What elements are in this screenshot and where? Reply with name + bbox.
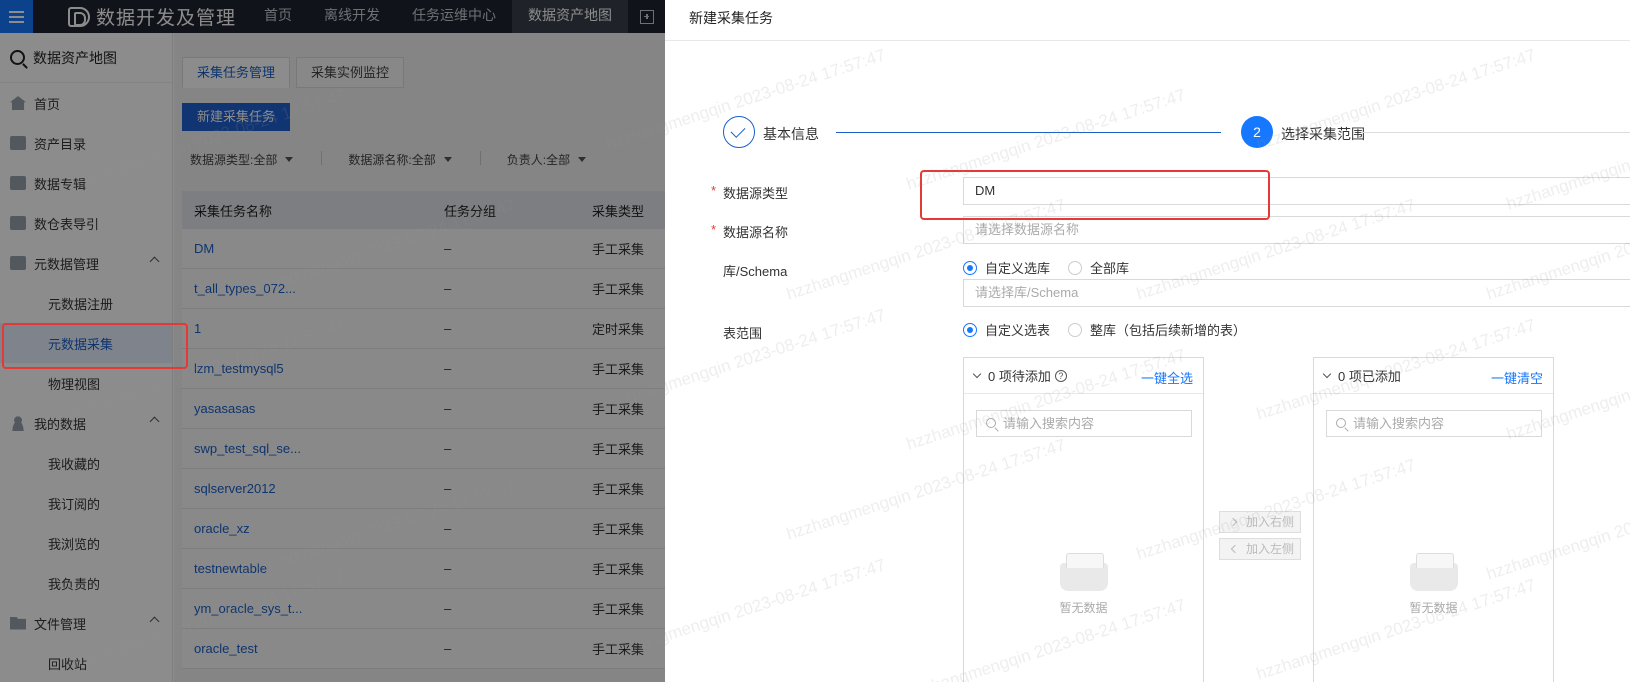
help-icon[interactable]: ?: [1054, 369, 1067, 382]
radio-label[interactable]: 自定义选表: [985, 320, 1050, 339]
step-2-number: 2: [1241, 116, 1273, 148]
schema-label: 库/Schema: [723, 264, 788, 279]
chevron-down-icon[interactable]: [972, 369, 982, 379]
new-task-drawer: 新建采集任务 基本信息 2 选择采集范围 * 数据源类型 DM * 数据源名称 请选…: [665, 0, 1630, 682]
radio-label[interactable]: 自定义选库: [985, 258, 1050, 277]
table-scope-label: 表范围: [723, 326, 763, 341]
button-label: 加入右侧: [1246, 515, 1295, 529]
search-placeholder: 请输入搜索内容: [1353, 416, 1445, 431]
chevron-down-icon[interactable]: [1322, 369, 1332, 379]
schema-radio-group: 自定义选库 全部库: [963, 258, 1129, 277]
check-icon: [723, 116, 755, 148]
highlight-box: [920, 170, 1270, 220]
transfer-left-panel: 0 项待添加 ? 一键全选 请输入搜索内容 暂无数据: [963, 357, 1204, 682]
source-name-select[interactable]: 请选择数据源名称: [963, 216, 1630, 244]
transfer-right-header: 0 项已添加 一键清空: [1314, 358, 1553, 394]
transfer-left-count: 0 项待添加: [988, 369, 1051, 384]
source-name-label: * 数据源名称: [711, 222, 789, 241]
empty-state: 暂无数据: [1314, 553, 1553, 616]
table-scope-radio-group: 自定义选表 整库（包括后续新增的表）: [963, 320, 1246, 339]
transfer-right-panel: 0 项已添加 一键清空 请输入搜索内容 暂无数据: [1313, 357, 1554, 682]
empty-text: 暂无数据: [1409, 601, 1458, 615]
empty-inbox-icon: [1409, 553, 1458, 591]
transfer-left-search[interactable]: 请输入搜索内容: [976, 410, 1192, 437]
search-icon: [1336, 418, 1346, 428]
transfer-right-count: 0 项已添加: [1338, 369, 1401, 384]
transfer-left-header: 0 项待添加 ? 一键全选: [964, 358, 1203, 394]
field-label: 数据源名称: [723, 225, 789, 240]
radio-custom-table[interactable]: [963, 322, 977, 337]
empty-inbox-icon: [1059, 553, 1108, 591]
clear-all-button[interactable]: 一键清空: [1491, 368, 1543, 387]
radio-whole-db[interactable]: [1068, 322, 1083, 337]
radio-label[interactable]: 全部库: [1090, 258, 1129, 277]
field-label: 数据源类型: [723, 186, 789, 201]
drawer-title: 新建采集任务: [665, 0, 1630, 41]
move-right-button[interactable]: 加入右侧: [1219, 511, 1301, 533]
step-connector: [1363, 132, 1630, 133]
step-1-label: 基本信息: [763, 126, 819, 142]
highlight-box: [2, 323, 188, 369]
step-connector: [836, 132, 1221, 133]
radio-all-schema[interactable]: [1068, 260, 1083, 275]
radio-label[interactable]: 整库（包括后续新增的表）: [1090, 320, 1246, 339]
search-placeholder: 请输入搜索内容: [1003, 416, 1095, 431]
source-type-label: * 数据源类型: [711, 183, 789, 202]
empty-state: 暂无数据: [964, 553, 1203, 616]
required-mark: *: [711, 183, 717, 198]
step-2-label: 选择采集范围: [1281, 126, 1365, 142]
radio-custom-schema[interactable]: [963, 260, 977, 275]
button-label: 加入左侧: [1246, 542, 1295, 556]
schema-select[interactable]: 请选择库/Schema: [963, 279, 1630, 307]
chevron-right-icon: [1228, 517, 1238, 527]
steps: 基本信息 2 选择采集范围: [723, 116, 1630, 150]
search-icon: [986, 418, 996, 428]
transfer-right-search[interactable]: 请输入搜索内容: [1326, 410, 1542, 437]
required-mark: *: [711, 222, 717, 237]
chevron-left-icon: [1230, 544, 1240, 554]
move-left-button[interactable]: 加入左侧: [1219, 538, 1301, 560]
empty-text: 暂无数据: [1059, 601, 1108, 615]
select-all-button[interactable]: 一键全选: [1141, 368, 1193, 387]
